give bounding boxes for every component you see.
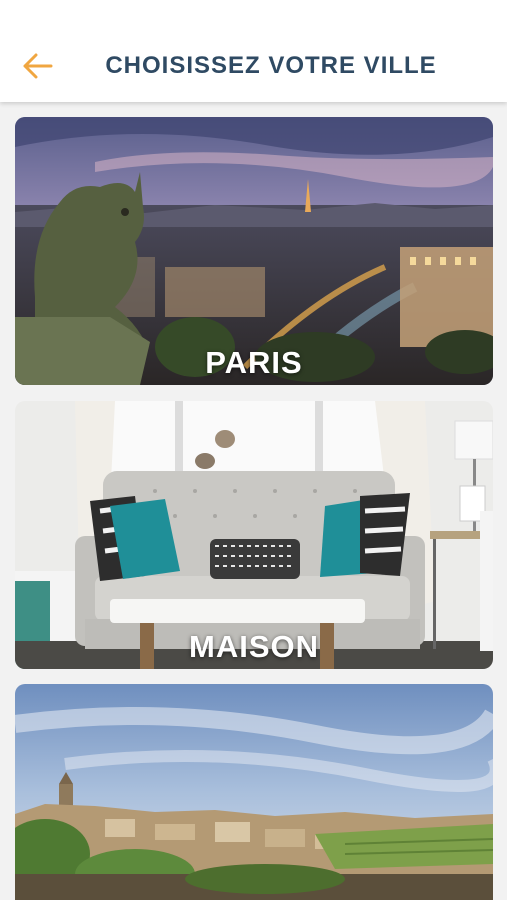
city-card-village[interactable] bbox=[15, 684, 493, 900]
city-card-paris[interactable]: PARIS bbox=[15, 117, 493, 385]
app-header: CHOISISSEZ VOTRE VILLE bbox=[0, 0, 507, 102]
page-title: CHOISISSEZ VOTRE VILLE bbox=[105, 52, 437, 79]
city-card-maison[interactable]: MAISON bbox=[15, 401, 493, 669]
village-countryside-image bbox=[15, 684, 493, 900]
city-label: MAISON bbox=[189, 629, 319, 664]
city-label: PARIS bbox=[205, 345, 303, 380]
